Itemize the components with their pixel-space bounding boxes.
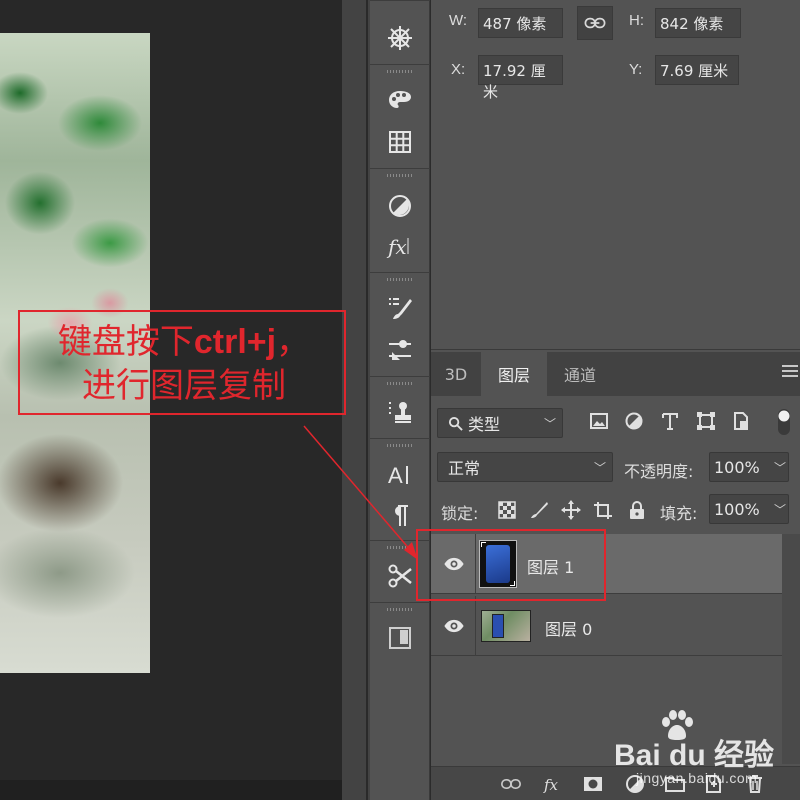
- shortcut-keys: ctrl+j: [193, 323, 277, 361]
- height-label: H:: [629, 12, 644, 29]
- layer-filter-dropdown[interactable]: 类型 ﹀: [437, 408, 563, 438]
- visibility-column: [431, 596, 476, 656]
- tool-group: [370, 272, 430, 376]
- shape-filter-icon[interactable]: [695, 410, 717, 432]
- adjustments-icon[interactable]: [385, 191, 415, 221]
- palette-icon[interactable]: [385, 85, 415, 115]
- panel-grip[interactable]: [387, 174, 413, 177]
- right-panel: W: 487 像素 H: 842 像素 X: 17.92 厘米 Y: 7.69 …: [431, 0, 800, 800]
- annotation-callout: 键盘按下ctrl+j， 进行图层复制: [18, 310, 346, 415]
- width-field[interactable]: 487 像素: [478, 8, 563, 38]
- properties-panel: W: 487 像素 H: 842 像素 X: 17.92 厘米 Y: 7.69 …: [431, 0, 800, 350]
- eye-icon[interactable]: [441, 616, 467, 636]
- layer-highlight-box: [416, 529, 606, 601]
- fill-value: 100%: [714, 499, 760, 519]
- x-label: X:: [451, 61, 466, 78]
- panel-grip[interactable]: [387, 278, 413, 281]
- lock-transparency-icon[interactable]: [496, 499, 518, 521]
- fill-label: 填充:: [660, 504, 698, 523]
- annotation-line-1: 键盘按下ctrl+j，: [24, 320, 344, 364]
- annotation-arrow: [303, 425, 418, 560]
- lock-all-padlock-icon[interactable]: [626, 499, 648, 521]
- link-dimensions-button[interactable]: [577, 6, 613, 40]
- watermark-brand: Bai du 经验: [614, 739, 775, 772]
- opacity-value: 100%: [714, 457, 760, 477]
- layer-thumbnail-photo: [481, 610, 531, 642]
- pixel-filter-icon[interactable]: [588, 410, 610, 432]
- blend-mode-dropdown[interactable]: 正常 ﹀: [437, 452, 613, 482]
- layer-filter-label: 类型: [468, 415, 501, 434]
- y-label: Y:: [629, 61, 643, 78]
- panel-menu-icon[interactable]: [782, 364, 798, 378]
- panel-tab-bar: 3D 图层 通道: [431, 352, 800, 396]
- annotation-prefix: 键盘按下: [57, 322, 194, 362]
- tab-layers[interactable]: 图层: [481, 352, 547, 396]
- smart-object-filter-icon[interactable]: [730, 410, 752, 432]
- watermark-url: jingyan.baidu.com: [636, 770, 758, 786]
- x-position-field[interactable]: 17.92 厘米: [478, 55, 563, 101]
- annotation-line-2: 进行图层复制: [82, 366, 286, 406]
- opacity-label: 不透明度:: [624, 462, 694, 481]
- width-label: W:: [449, 12, 468, 29]
- chevron-down-icon: ﹀: [543, 417, 556, 431]
- search-icon: [448, 416, 463, 431]
- panel-grip[interactable]: [387, 70, 413, 73]
- chevron-down-icon: ﹀: [593, 461, 606, 475]
- tab-channels[interactable]: 通道: [547, 352, 613, 396]
- brush-settings-icon[interactable]: [385, 293, 415, 323]
- canvas-scrollbar[interactable]: [0, 780, 342, 800]
- tool-group: fx: [370, 168, 430, 272]
- panel-icon-column: fx A: [370, 0, 430, 800]
- grid-icon[interactable]: [385, 127, 415, 157]
- tool-group: [370, 0, 430, 64]
- lock-pixels-brush-icon[interactable]: [528, 499, 550, 521]
- add-mask-icon[interactable]: [581, 773, 605, 795]
- svg-text:fx: fx: [386, 235, 407, 259]
- type-filter-icon[interactable]: [659, 410, 681, 432]
- link-icon: [584, 17, 606, 29]
- chevron-down-icon: ﹀: [773, 503, 786, 517]
- fx-icon[interactable]: fx: [541, 773, 565, 795]
- tool-group: [370, 64, 430, 168]
- tool-presets-icon[interactable]: [385, 561, 415, 591]
- panel-grip[interactable]: [387, 382, 413, 385]
- chevron-down-icon: ﹀: [773, 461, 786, 475]
- opacity-field[interactable]: 100% ﹀: [709, 452, 789, 482]
- tab-3d[interactable]: 3D: [431, 352, 481, 396]
- filter-toggle-switch[interactable]: [777, 408, 791, 436]
- fx-icon[interactable]: fx: [385, 231, 415, 261]
- panel-divider: [366, 0, 368, 800]
- layer-name: 图层 0: [545, 620, 593, 639]
- adjustment-filter-icon[interactable]: [623, 410, 645, 432]
- height-field[interactable]: 842 像素: [655, 8, 741, 38]
- artboard-icon[interactable]: [385, 623, 415, 653]
- lock-artboard-icon[interactable]: [592, 499, 614, 521]
- svg-text:fx: fx: [543, 776, 559, 794]
- y-position-field[interactable]: 7.69 厘米: [655, 55, 739, 85]
- link-layers-icon[interactable]: [499, 773, 523, 795]
- fill-field[interactable]: 100% ﹀: [709, 494, 789, 524]
- properties-sliders-icon[interactable]: [385, 335, 415, 365]
- navigator-icon[interactable]: [385, 23, 415, 53]
- lock-label: 锁定:: [441, 504, 479, 523]
- blend-mode-label: 正常: [448, 459, 481, 478]
- annotation-suffix: ，: [276, 322, 311, 362]
- tool-group: [370, 602, 430, 800]
- lock-position-move-icon[interactable]: [560, 499, 582, 521]
- annotation-text: 键盘按下ctrl+j， 进行图层复制: [24, 320, 344, 408]
- panel-grip[interactable]: [387, 608, 413, 611]
- watermark: Bai du 经验 jingyan.baidu.com: [614, 710, 794, 800]
- layer-row-0[interactable]: 图层 0: [431, 596, 782, 656]
